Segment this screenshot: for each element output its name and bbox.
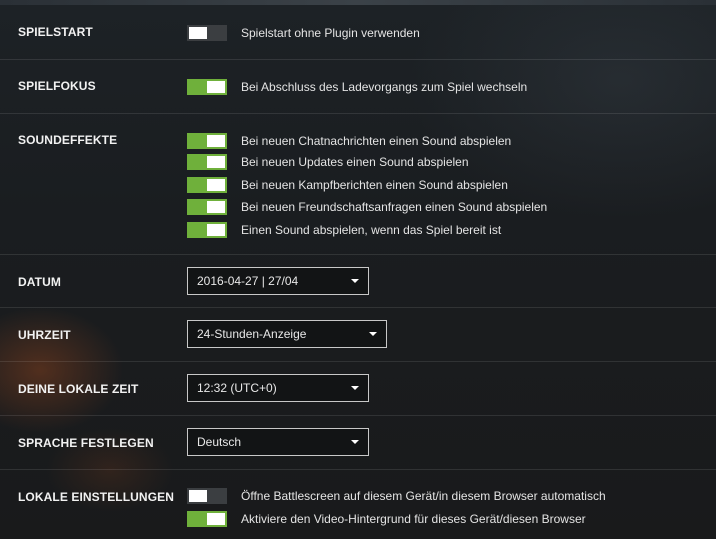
caret-down-icon xyxy=(351,279,359,283)
option-row: Bei neuen Chatnachrichten einen Sound ab… xyxy=(187,132,511,150)
option-row: Bei Abschluss des Ladevorgangs zum Spiel… xyxy=(187,78,527,96)
time-format-select[interactable]: 24-Stunden-Anzeige xyxy=(187,320,387,348)
section-lokale-einstellungen: LOKALE EINSTELLUNGEN Öffne Battlescreen … xyxy=(0,470,716,539)
section-uhrzeit: UHRZEIT 24-Stunden-Anzeige xyxy=(0,308,716,362)
caret-down-icon xyxy=(351,386,359,390)
toggle-switch[interactable] xyxy=(187,79,227,95)
select-value: 12:32 (UTC+0) xyxy=(197,381,277,395)
option-row: Bei neuen Kampfberichten einen Sound abs… xyxy=(187,176,508,194)
option-label: Öffne Battlescreen auf diesem Gerät/in d… xyxy=(241,489,606,503)
toggle-switch[interactable] xyxy=(187,222,227,238)
toggle-knob xyxy=(207,81,225,93)
toggle-knob xyxy=(207,156,225,168)
section-spielfokus: SPIELFOKUS Bei Abschluss des Ladevorgang… xyxy=(0,60,716,114)
section-soundeffekte: SOUNDEFFEKTE Bei neuen Chatnachrichten e… xyxy=(0,114,716,255)
toggle-knob xyxy=(207,179,225,191)
option-label: Bei neuen Updates einen Sound abspielen xyxy=(241,155,469,169)
option-label: Bei neuen Chatnachrichten einen Sound ab… xyxy=(241,134,512,148)
section-spielstart: SPIELSTART Spielstart ohne Plugin verwen… xyxy=(0,5,716,60)
timezone-select[interactable]: 12:32 (UTC+0) xyxy=(187,374,369,402)
toggle-switch[interactable] xyxy=(187,488,227,504)
option-label: Bei Abschluss des Ladevorgangs zum Spiel… xyxy=(241,80,528,94)
toggle-switch[interactable] xyxy=(187,25,227,41)
section-label: SOUNDEFFEKTE xyxy=(18,133,118,147)
section-label: SPIELSTART xyxy=(18,25,93,39)
toggle-knob xyxy=(189,490,207,502)
section-sprache: SPRACHE FESTLEGEN Deutsch xyxy=(0,416,716,470)
section-label: UHRZEIT xyxy=(18,328,71,342)
toggle-knob xyxy=(207,135,225,147)
option-row: Einen Sound abspielen, wenn das Spiel be… xyxy=(187,221,501,239)
toggle-knob xyxy=(207,224,225,236)
option-label: Aktiviere den Video-Hintergrund für dies… xyxy=(241,512,586,526)
toggle-switch[interactable] xyxy=(187,511,227,527)
toggle-knob xyxy=(207,201,225,213)
select-value: Deutsch xyxy=(197,435,242,449)
toggle-knob xyxy=(207,513,225,525)
select-value: 2016-04-27 | 27/04 xyxy=(197,274,299,288)
date-format-select[interactable]: 2016-04-27 | 27/04 xyxy=(187,267,369,295)
toggle-switch[interactable] xyxy=(187,154,227,170)
section-lokale-zeit: DEINE LOKALE ZEIT 12:32 (UTC+0) xyxy=(0,362,716,416)
option-row: Aktiviere den Video-Hintergrund für dies… xyxy=(187,510,586,528)
language-select[interactable]: Deutsch xyxy=(187,428,369,456)
select-value: 24-Stunden-Anzeige xyxy=(197,327,307,341)
section-label: SPIELFOKUS xyxy=(18,79,96,93)
option-label: Bei neuen Kampfberichten einen Sound abs… xyxy=(241,178,508,192)
toggle-switch[interactable] xyxy=(187,133,227,149)
section-datum: DATUM 2016-04-27 | 27/04 xyxy=(0,255,716,308)
option-label: Spielstart ohne Plugin verwenden xyxy=(241,26,420,40)
section-label: DATUM xyxy=(18,275,61,289)
section-label: LOKALE EINSTELLUNGEN xyxy=(18,490,175,504)
option-label: Einen Sound abspielen, wenn das Spiel be… xyxy=(241,223,502,237)
option-row: Bei neuen Freundschaftsanfragen einen So… xyxy=(187,198,547,216)
section-label: SPRACHE FESTLEGEN xyxy=(18,436,154,450)
toggle-switch[interactable] xyxy=(187,177,227,193)
toggle-knob xyxy=(189,27,207,39)
caret-down-icon xyxy=(369,332,377,336)
option-row: Bei neuen Updates einen Sound abspielen xyxy=(187,153,469,171)
section-label: DEINE LOKALE ZEIT xyxy=(18,382,139,396)
option-label: Bei neuen Freundschaftsanfragen einen So… xyxy=(241,200,548,214)
toggle-switch[interactable] xyxy=(187,199,227,215)
option-row: Öffne Battlescreen auf diesem Gerät/in d… xyxy=(187,487,606,505)
caret-down-icon xyxy=(351,440,359,444)
option-row: Spielstart ohne Plugin verwenden xyxy=(187,24,420,42)
